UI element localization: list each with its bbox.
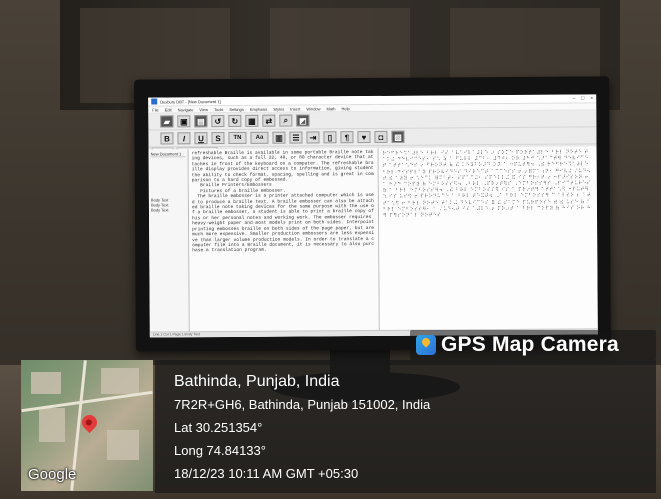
image-icon[interactable]: ◩	[296, 114, 310, 127]
gps-datetime: 18/12/23 10:11 AM GMT +05:30	[174, 466, 359, 481]
braille-text-pane[interactable]: ⠗⠑⠋⠗⠑⠩⠁⠼⠇⠑ ⠃⠗⠇ ⠊⠎ ⠁⠧⠁⠊⠇⠁⠼⠇⠑ ⠔ ⠎⠕⠍⠑ ⠏⠕⠗⠞⠁…	[378, 146, 598, 336]
map-building	[107, 430, 139, 460]
undo-icon[interactable]: ↺	[211, 115, 225, 128]
menu-math[interactable]: Math	[327, 106, 336, 111]
gps-map-camera-icon	[416, 335, 436, 355]
columns-icon[interactable]: ▯	[323, 131, 337, 144]
app-title: Duxbury DBT - [New Document 1]	[160, 98, 221, 104]
print-text: refreshable Braille is available in some…	[191, 149, 377, 254]
monitor: Duxbury DBT - [New Document 1] – □ × Fil…	[134, 76, 611, 352]
menu-styles[interactable]: Styles	[273, 106, 284, 111]
menu-file[interactable]: File	[152, 107, 158, 112]
maximize-button[interactable]: □	[581, 96, 584, 102]
menu-tools[interactable]: Tools	[214, 107, 223, 112]
gps-city: Bathinda, Punjab, India	[174, 373, 340, 390]
map-building	[39, 408, 65, 442]
gps-info-panel: Bathinda, Punjab, India 7R2R+GH6, Bathin…	[155, 360, 656, 493]
document-tree: New Document 1 Body Text Body Text Body …	[148, 149, 190, 338]
gps-latitude: Lat 30.251354°	[174, 420, 263, 435]
style-icon[interactable]: ¶	[340, 131, 354, 144]
print-icon[interactable]: ▤	[194, 115, 208, 128]
heart-icon[interactable]: ♥	[357, 131, 371, 144]
google-logo: Google	[28, 466, 77, 483]
close-button[interactable]: ×	[590, 95, 593, 101]
menu-settings[interactable]: Settings	[229, 106, 243, 111]
gps-brand-badge: GPS Map Camera	[410, 330, 656, 360]
redo-icon[interactable]: ↻	[228, 114, 242, 128]
print-text-pane[interactable]: refreshable Braille is available in some…	[188, 147, 380, 338]
map-road	[21, 390, 153, 413]
save-icon[interactable]: ▣	[177, 115, 191, 128]
grid-icon[interactable]: ▦	[245, 114, 259, 127]
tn-button[interactable]: TN	[228, 131, 247, 145]
minimize-button[interactable]: –	[572, 96, 575, 102]
menu-window[interactable]: Window	[306, 106, 320, 111]
indent-icon[interactable]: ⇥	[306, 131, 320, 144]
translate-icon[interactable]: ⇄	[262, 114, 276, 127]
gps-brand-name: GPS Map Camera	[441, 333, 619, 356]
document-tree-title[interactable]: New Document 1	[150, 151, 186, 158]
italic-button[interactable]: I	[177, 132, 191, 145]
document-icon[interactable]: ▧	[391, 130, 405, 143]
find-icon[interactable]: ⌕	[279, 114, 293, 127]
menu-view[interactable]: View	[199, 107, 208, 112]
underline-button[interactable]: U	[194, 132, 208, 145]
table-icon[interactable]: ▥	[272, 131, 286, 144]
app-icon	[151, 98, 158, 105]
menu-insert[interactable]: Insert	[290, 106, 300, 111]
braille-text: ⠗⠑⠋⠗⠑⠩⠁⠼⠇⠑ ⠃⠗⠇ ⠊⠎ ⠁⠧⠁⠊⠇⠁⠼⠇⠑ ⠔ ⠎⠕⠍⠑ ⠏⠕⠗⠞⠁…	[382, 149, 594, 219]
gps-address: 7R2R+GH6, Bathinda, Punjab 151002, India	[174, 397, 431, 412]
list-icon[interactable]: ☰	[289, 131, 303, 144]
window-controls: – □ ×	[572, 95, 593, 101]
map-building	[31, 372, 61, 394]
menu-emphasis[interactable]: Emphasis	[250, 106, 268, 111]
camera-icon[interactable]: ◘	[374, 130, 388, 143]
strike-button[interactable]: S	[211, 132, 225, 145]
case-button[interactable]: Aa	[250, 131, 269, 144]
photo-scene: Duxbury DBT - [New Document 1] – □ × Fil…	[0, 0, 661, 499]
editor-workspace: New Document 1 Body Text Body Text Body …	[148, 146, 598, 338]
monitor-screen: Duxbury DBT - [New Document 1] – □ × Fil…	[148, 94, 598, 338]
gps-longitude: Long 74.84133°	[174, 443, 266, 458]
bold-button[interactable]: B	[160, 132, 174, 145]
open-icon[interactable]: ▰	[160, 115, 174, 128]
location-map-thumbnail: Google	[21, 360, 153, 491]
location-pin-icon	[78, 411, 101, 434]
map-building	[101, 368, 139, 394]
menu-edit[interactable]: Edit	[165, 107, 172, 112]
menu-navigate[interactable]: Navigate	[178, 107, 194, 112]
tree-item[interactable]: Body Text	[151, 207, 186, 212]
menu-help[interactable]: Help	[341, 106, 349, 111]
